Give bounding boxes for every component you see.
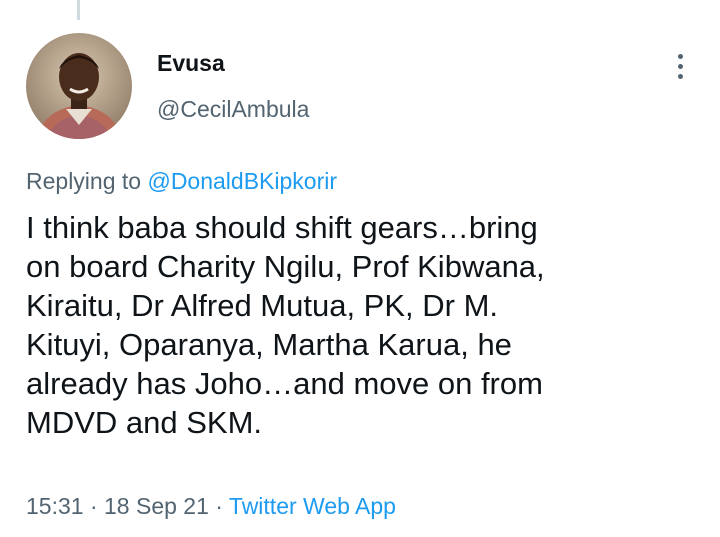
thread-connector-line bbox=[77, 0, 80, 20]
replying-to-label: Replying to bbox=[26, 168, 148, 194]
avatar[interactable] bbox=[26, 33, 132, 139]
tweet-source-link[interactable]: Twitter Web App bbox=[229, 493, 396, 519]
user-handle[interactable]: @CecilAmbula bbox=[157, 96, 309, 123]
avatar-image bbox=[26, 33, 132, 139]
replying-to-mention-link[interactable]: @DonaldBKipkorir bbox=[147, 168, 337, 194]
tweet-date[interactable]: 18 Sep 21 bbox=[104, 493, 209, 519]
tweet-text: I think baba should shift gears…bring on… bbox=[26, 210, 545, 440]
meta-separator: · bbox=[208, 493, 229, 519]
tweet-time[interactable]: 15:31 bbox=[26, 493, 84, 519]
more-vertical-icon bbox=[677, 63, 683, 69]
more-vertical-icon bbox=[677, 73, 683, 79]
more-options-button[interactable] bbox=[664, 48, 696, 84]
tweet-metadata: 15:31 · 18 Sep 21 · Twitter Web App bbox=[26, 493, 396, 520]
display-name[interactable]: Evusa bbox=[157, 50, 225, 77]
more-vertical-icon bbox=[677, 53, 683, 59]
meta-separator: · bbox=[83, 493, 105, 519]
replying-to-line: Replying to @DonaldBKipkorir bbox=[26, 168, 337, 195]
